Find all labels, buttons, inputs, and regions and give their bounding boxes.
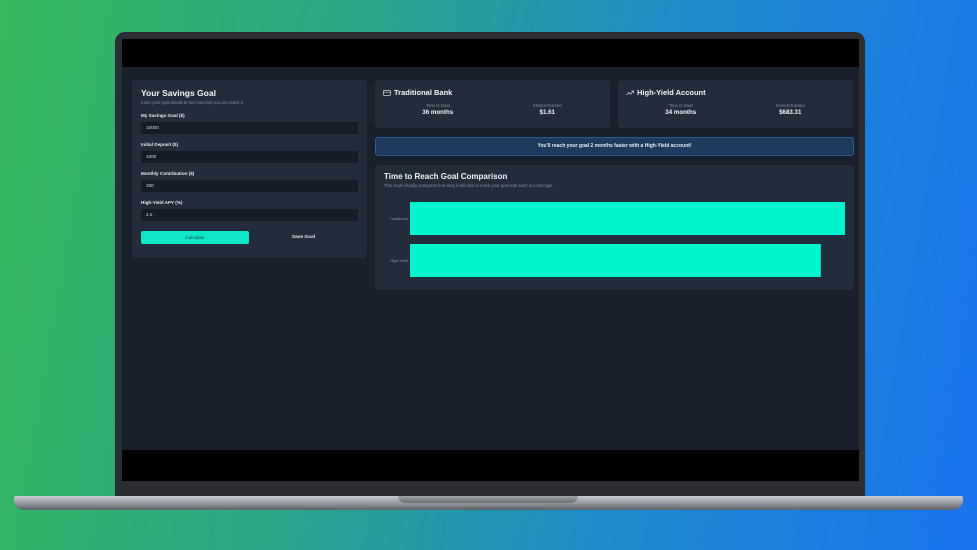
- monthly-contribution-input[interactable]: 250: [141, 180, 358, 192]
- trending-up-icon: [626, 90, 634, 96]
- savings-goal-label: My Savings Goal ($): [141, 113, 185, 118]
- bank-card-icon: [383, 89, 391, 96]
- traditional-time-value: 36 months: [422, 109, 454, 116]
- initial-deposit-label: Initial Deposit ($): [141, 142, 179, 147]
- traditional-bank-card: Traditional Bank Time to Goal 36 months …: [375, 80, 610, 128]
- high-yield-time-value: 34 months: [665, 109, 697, 116]
- category-label-traditional: Traditional: [389, 216, 408, 221]
- high-yield-title: High-Yield Account: [637, 88, 706, 97]
- savings-goal-form: Your Savings Goal Enter your goal detail…: [132, 80, 367, 258]
- traditional-interest-value: $1.61: [539, 109, 555, 116]
- traditional-time-label: Time to Goal: [425, 103, 450, 108]
- form-actions: Calculate Save Goal: [141, 231, 358, 244]
- category-label-high-yield: High-Yield: [390, 258, 408, 263]
- bar-traditional: [410, 202, 845, 235]
- apy-label: High-Yield APY (%): [141, 200, 183, 205]
- save-goal-button[interactable]: Save Goal: [249, 231, 358, 244]
- high-yield-card: High-Yield Account Time to Goal 34 month…: [618, 80, 853, 128]
- savings-goal-input[interactable]: 10000: [141, 122, 358, 134]
- apy-input[interactable]: 4.5: [141, 209, 358, 221]
- high-yield-interest-value: $683.31: [779, 109, 802, 116]
- initial-deposit-input[interactable]: 1000: [141, 151, 358, 163]
- form-subtitle: Enter your goal details to see how fast …: [141, 100, 244, 105]
- bar-high-yield: [410, 244, 821, 277]
- comparison-chart-card: Time to Reach Goal Comparison This chart…: [375, 165, 854, 290]
- comparison-bar-chart: Traditional High-Yield: [389, 202, 845, 277]
- laptop-screen: Your Savings Goal Enter your goal detail…: [122, 39, 859, 481]
- calculate-button[interactable]: Calculate: [141, 231, 249, 244]
- form-title: Your Savings Goal: [141, 88, 216, 98]
- traditional-interest-label: Interest Earned: [532, 103, 562, 108]
- monthly-contribution-label: Monthly Contribution ($): [141, 171, 195, 176]
- laptop-notch: [398, 496, 578, 503]
- high-yield-interest-label: Interest Earned: [775, 103, 805, 108]
- traditional-bank-title: Traditional Bank: [394, 88, 453, 97]
- result-banner: You'll reach your goal 2 months faster w…: [375, 137, 854, 156]
- savings-app: Your Savings Goal Enter your goal detail…: [122, 67, 859, 481]
- high-yield-time-label: Time to Goal: [668, 103, 693, 108]
- screen-bottom-bar: [122, 478, 859, 481]
